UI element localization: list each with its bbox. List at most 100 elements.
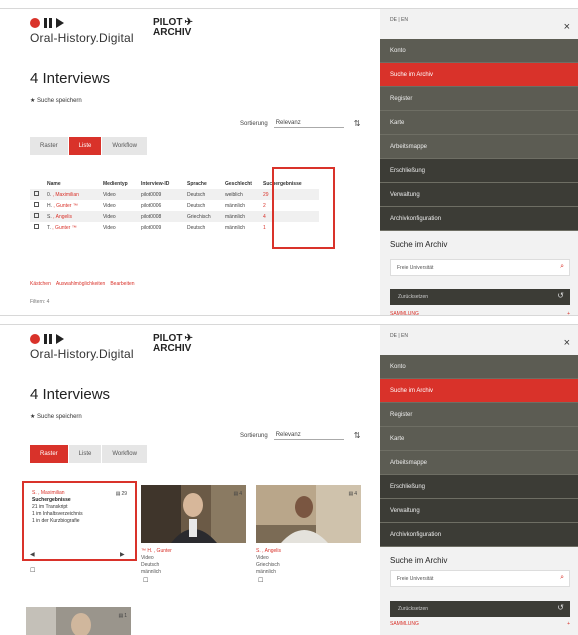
plus-icon: + — [567, 621, 570, 627]
search-icon[interactable]: ⌕ — [560, 263, 564, 271]
row-checkbox[interactable] — [34, 224, 39, 229]
sidebar-item-konto[interactable]: Konto — [380, 355, 578, 379]
hit-badge: ▤ 4 — [348, 491, 357, 497]
sidebar-search-title: Suche im Archiv — [390, 240, 448, 249]
play-icon — [56, 18, 64, 28]
column-header[interactable]: Sprache — [183, 179, 221, 189]
sidebar-menu: Konto Suche im Archiv Register Karte Arb… — [380, 39, 578, 231]
result-count: Filtern: 4 — [30, 299, 50, 305]
reset-icon: ↺ — [557, 291, 564, 300]
search-input[interactable]: Freie Universität ⌕ — [390, 570, 570, 587]
save-search-link[interactable]: ★ Suche speichern — [30, 413, 82, 420]
list-actions: Kästchen Auswahlmöglichkeiten Bearbeiten — [30, 281, 135, 287]
sort-select[interactable]: Relevanz — [273, 431, 344, 440]
reset-icon: ↺ — [557, 603, 564, 612]
sidebar-item-suche[interactable]: Suche im Archiv — [380, 63, 578, 87]
collection-facet[interactable]: SAMMLUNG + — [390, 311, 570, 316]
view-tabs: Raster Liste Workflow — [30, 137, 148, 155]
interview-thumbnail[interactable] — [141, 485, 246, 543]
row-checkbox[interactable] — [34, 202, 39, 207]
sidebar: DE | EN × Konto Suche im Archiv Register… — [380, 9, 578, 315]
bookmark-icon[interactable]: ☐ — [143, 577, 148, 584]
sidebar-item-erschliessung[interactable]: Erschließung — [380, 159, 578, 183]
bookmark-icon[interactable]: ☐ — [30, 567, 35, 574]
search-input[interactable]: Freie Universität ⌕ — [390, 259, 570, 276]
sort-label: Sortierung — [240, 120, 268, 127]
list-action-link[interactable]: Auswahlmöglichkeiten — [56, 281, 105, 287]
sidebar-item-verwaltung[interactable]: Verwaltung — [380, 499, 578, 523]
search-icon[interactable]: ⌕ — [560, 574, 564, 582]
main-content: Oral-History.Digital PILOT ✈ ARCHIV 4 Int… — [0, 9, 380, 315]
sort-direction-icon[interactable]: ⇅ — [354, 431, 361, 440]
sidebar-item-konto[interactable]: Konto — [380, 39, 578, 63]
record-dot-icon — [30, 18, 40, 28]
interviewee-name[interactable]: ™ H. , Gunter — [141, 548, 172, 555]
reset-button[interactable]: Zurücksetzen ↺ — [390, 601, 570, 617]
sidebar-item-arbeitsmappe[interactable]: Arbeitsmappe — [380, 135, 578, 159]
brand-logo[interactable] — [30, 18, 64, 28]
row-checkbox[interactable] — [34, 191, 39, 196]
sidebar-item-archivkonfiguration[interactable]: Archivkonfiguration — [380, 523, 578, 547]
sidebar-item-register[interactable]: Register — [380, 87, 578, 111]
pilot-archiv-label: PILOT ✈ ARCHIV — [153, 333, 193, 354]
interviewee-name[interactable]: , Maximilian — [53, 192, 79, 198]
sidebar-item-register[interactable]: Register — [380, 403, 578, 427]
plus-icon: + — [567, 311, 570, 316]
row-checkbox[interactable] — [34, 213, 39, 218]
sidebar: DE | EN × Konto Suche im Archiv Register… — [380, 325, 578, 635]
play-icon — [56, 334, 64, 344]
close-icon[interactable]: × — [564, 21, 570, 33]
collection-facet[interactable]: SAMMLUNG + — [390, 621, 570, 627]
tab-raster[interactable]: Raster — [30, 445, 69, 463]
view-tabs: Raster Liste Workflow — [30, 445, 148, 463]
bookmark-icon[interactable]: ☐ — [258, 577, 263, 584]
interviewee-name[interactable]: , Gunter ™ — [53, 203, 77, 209]
sidebar-item-erschliessung[interactable]: Erschließung — [380, 475, 578, 499]
language-switch[interactable]: DE | EN — [390, 17, 408, 23]
sort-control: Sortierung Relevanz ⇅ — [240, 431, 360, 440]
tab-workflow[interactable]: Workflow — [102, 445, 148, 463]
sort-control: Sortierung Relevanz ⇅ — [240, 119, 360, 128]
interview-thumbnail[interactable] — [26, 607, 131, 635]
column-header[interactable]: Name — [43, 179, 99, 189]
page-title: 4 Interviews — [30, 70, 111, 87]
tab-liste[interactable]: Liste — [68, 137, 103, 155]
document-icon: ▤ — [348, 491, 354, 497]
sort-select[interactable]: Relevanz — [273, 119, 344, 128]
sidebar-item-verwaltung[interactable]: Verwaltung — [380, 183, 578, 207]
column-header[interactable]: Interview-ID — [137, 179, 183, 189]
list-action-link[interactable]: Bearbeiten — [110, 281, 134, 287]
pilot-archiv-label: PILOT ✈ ARCHIV — [153, 17, 193, 38]
sort-label: Sortierung — [240, 432, 268, 439]
record-dot-icon — [30, 334, 40, 344]
page-title: 4 Interviews — [30, 386, 111, 403]
list-action-link[interactable]: Kästchen — [30, 281, 51, 287]
interview-thumbnail[interactable] — [256, 485, 361, 543]
list-view-screenshot: Oral-History.Digital PILOT ✈ ARCHIV 4 Int… — [0, 8, 578, 316]
sidebar-item-karte[interactable]: Karte — [380, 111, 578, 135]
close-icon[interactable]: × — [564, 337, 570, 349]
brand-logo[interactable] — [30, 334, 64, 344]
hits-card-highlight — [22, 481, 137, 561]
sidebar-item-suche[interactable]: Suche im Archiv — [380, 379, 578, 403]
reset-button[interactable]: Zurücksetzen ↺ — [390, 289, 570, 305]
column-header[interactable]: Medientyp — [99, 179, 137, 189]
card-info: S. , Angelis Video Griechisch männlich — [256, 548, 282, 575]
save-search-link[interactable]: ★ Suche speichern — [30, 97, 82, 104]
sidebar-item-arbeitsmappe[interactable]: Arbeitsmappe — [380, 451, 578, 475]
main-content: Oral-History.Digital PILOT ✈ ARCHIV 4 Int… — [0, 325, 380, 635]
interviewee-name[interactable]: , Gunter ™ — [52, 225, 76, 231]
column-header[interactable]: Geschlecht — [221, 179, 259, 189]
language-switch[interactable]: DE | EN — [390, 333, 408, 339]
logo-text: Oral-History.Digital — [30, 31, 134, 45]
interviewee-name[interactable]: , Angelis — [53, 214, 72, 220]
sidebar-item-archivkonfiguration[interactable]: Archivkonfiguration — [380, 207, 578, 231]
tab-liste[interactable]: Liste — [68, 445, 103, 463]
sort-direction-icon[interactable]: ⇅ — [354, 119, 361, 128]
interviewee-name[interactable]: S. , Angelis — [256, 548, 281, 555]
sidebar-menu: Konto Suche im Archiv Register Karte Arb… — [380, 355, 578, 547]
tab-raster[interactable]: Raster — [30, 137, 69, 155]
sidebar-item-karte[interactable]: Karte — [380, 427, 578, 451]
tab-workflow[interactable]: Workflow — [102, 137, 148, 155]
pause-icon — [44, 334, 52, 344]
